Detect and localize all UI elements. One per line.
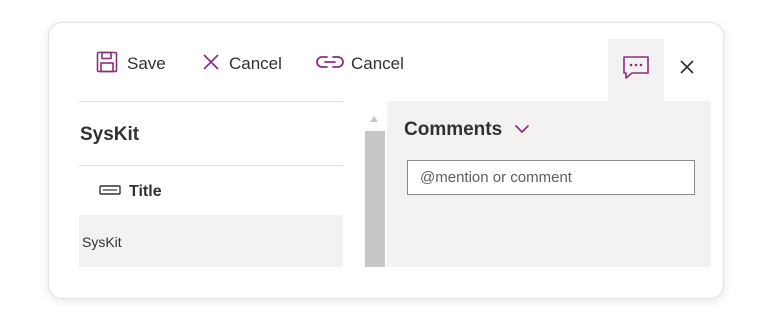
toolbar: Save Cancel Cancel (49, 23, 723, 101)
close-icon (677, 60, 697, 81)
link-icon (314, 52, 346, 77)
comments-toggle-button[interactable] (608, 39, 664, 101)
save-icon (96, 51, 118, 78)
field-label-row: Title (99, 183, 162, 201)
comment-input[interactable] (407, 160, 695, 195)
edit-panel-card: Save Cancel Cancel SysKit Title SysKit C… (48, 22, 724, 299)
scrollbar[interactable] (365, 131, 385, 267)
copy-link-button-label: Cancel (351, 54, 404, 73)
divider (79, 101, 343, 102)
comments-title: Comments (404, 119, 503, 140)
site-title: SysKit (80, 124, 140, 145)
save-button[interactable]: Save (96, 51, 166, 78)
field-label-title: Title (129, 183, 162, 200)
save-button-label: Save (127, 54, 166, 73)
close-x-icon (202, 53, 220, 76)
comments-header[interactable]: Comments (404, 119, 530, 141)
close-button[interactable] (677, 57, 697, 77)
title-field-text: SysKit (82, 234, 122, 250)
divider (79, 165, 343, 166)
comment-icon (622, 55, 650, 86)
text-field-icon (99, 183, 121, 201)
copy-link-button[interactable]: Cancel (314, 52, 404, 76)
cancel-button[interactable]: Cancel (202, 52, 282, 76)
scroll-up-arrow-icon[interactable] (369, 111, 379, 122)
cancel-button-label: Cancel (229, 54, 282, 73)
chevron-down-icon (514, 121, 530, 139)
